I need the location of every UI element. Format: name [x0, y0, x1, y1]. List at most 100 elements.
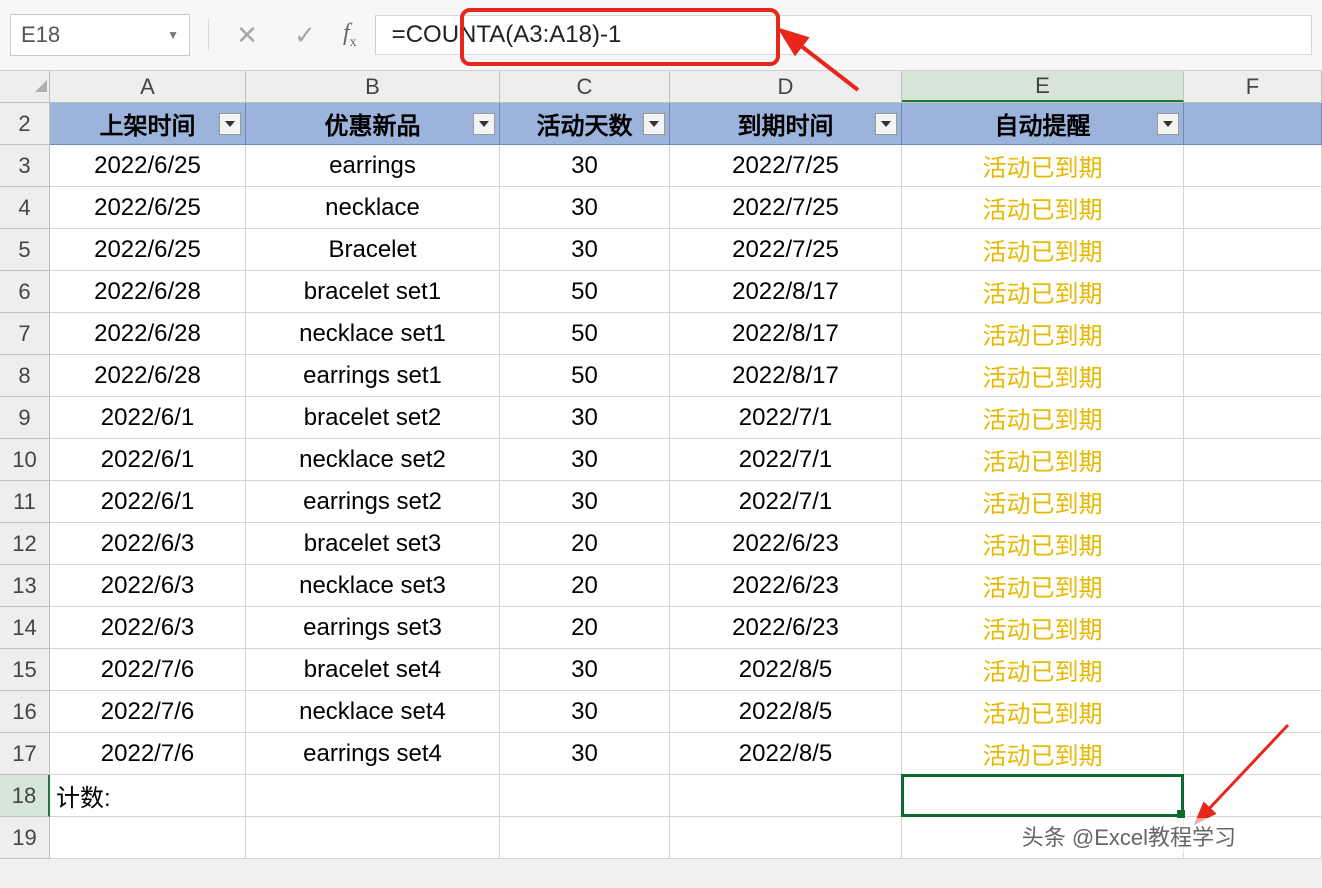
cell[interactable]: necklace set4	[246, 691, 500, 733]
cell[interactable]: bracelet set3	[246, 523, 500, 565]
name-box[interactable]: E18 ▼	[10, 14, 190, 56]
cell[interactable]	[1184, 649, 1322, 691]
cell[interactable]	[1184, 565, 1322, 607]
cell[interactable]: 30	[500, 397, 670, 439]
cell[interactable]: 活动已到期	[902, 439, 1184, 481]
cell[interactable]: 2022/6/1	[50, 481, 246, 523]
cell[interactable]: 30	[500, 439, 670, 481]
cell[interactable]: 2022/6/3	[50, 607, 246, 649]
cell[interactable]	[246, 817, 500, 859]
cell[interactable]: 30	[500, 649, 670, 691]
cell[interactable]: 2022/8/17	[670, 313, 902, 355]
row-header[interactable]: 19	[0, 817, 50, 859]
cell[interactable]: 活动已到期	[902, 565, 1184, 607]
row-header[interactable]: 2	[0, 103, 50, 145]
row-header[interactable]: 12	[0, 523, 50, 565]
cell[interactable]: necklace	[246, 187, 500, 229]
cell[interactable]	[50, 817, 246, 859]
cell[interactable]	[670, 775, 902, 817]
cell[interactable]: 2022/8/5	[670, 733, 902, 775]
cell[interactable]: 2022/6/3	[50, 523, 246, 565]
cell[interactable]	[1184, 733, 1322, 775]
cell[interactable]: bracelet set4	[246, 649, 500, 691]
cell[interactable]: necklace set2	[246, 439, 500, 481]
filter-dropdown-icon[interactable]	[219, 113, 241, 135]
cell[interactable]: bracelet set1	[246, 271, 500, 313]
cell[interactable]	[246, 775, 500, 817]
cell[interactable]: 活动已到期	[902, 733, 1184, 775]
cell[interactable]: 2022/6/25	[50, 229, 246, 271]
cell[interactable]: necklace set3	[246, 565, 500, 607]
row-header[interactable]: 16	[0, 691, 50, 733]
table-header-cell[interactable]: 活动天数	[500, 103, 670, 145]
cell[interactable]: 2022/6/1	[50, 439, 246, 481]
cell[interactable]: 活动已到期	[902, 355, 1184, 397]
cell[interactable]: 2022/6/25	[50, 187, 246, 229]
filter-dropdown-icon[interactable]	[473, 113, 495, 135]
cell[interactable]: 50	[500, 271, 670, 313]
row-header[interactable]: 13	[0, 565, 50, 607]
cell[interactable]: 2022/7/1	[670, 439, 902, 481]
cell[interactable]	[902, 775, 1184, 817]
cell[interactable]: 2022/6/1	[50, 397, 246, 439]
cell[interactable]: 活动已到期	[902, 229, 1184, 271]
table-header-cell[interactable]: 到期时间	[670, 103, 902, 145]
formula-input[interactable]: =COUNTA(A3:A18)-1	[375, 15, 1312, 55]
cell[interactable]	[1184, 355, 1322, 397]
column-header-A[interactable]: A	[50, 71, 246, 102]
cell[interactable]: 活动已到期	[902, 523, 1184, 565]
row-header[interactable]: 17	[0, 733, 50, 775]
cell[interactable]: 2022/6/23	[670, 607, 902, 649]
cell[interactable]: 30	[500, 145, 670, 187]
cell[interactable]: 活动已到期	[902, 649, 1184, 691]
cell[interactable]: bracelet set2	[246, 397, 500, 439]
cell[interactable]	[1184, 523, 1322, 565]
cell[interactable]: 2022/7/25	[670, 187, 902, 229]
row-header[interactable]: 5	[0, 229, 50, 271]
row-header[interactable]: 9	[0, 397, 50, 439]
cell[interactable]	[670, 817, 902, 859]
cell[interactable]: 2022/6/25	[50, 145, 246, 187]
cell[interactable]: 2022/8/5	[670, 649, 902, 691]
cell[interactable]	[1184, 145, 1322, 187]
cell[interactable]: 2022/6/28	[50, 313, 246, 355]
cell[interactable]: 活动已到期	[902, 607, 1184, 649]
cell[interactable]: 活动已到期	[902, 271, 1184, 313]
cell[interactable]: earrings	[246, 145, 500, 187]
filter-dropdown-icon[interactable]	[875, 113, 897, 135]
cell[interactable]	[500, 775, 670, 817]
cell[interactable]	[1184, 229, 1322, 271]
cell[interactable]: Bracelet	[246, 229, 500, 271]
row-header[interactable]: 15	[0, 649, 50, 691]
cell[interactable]	[1184, 397, 1322, 439]
cell[interactable]	[1184, 775, 1322, 817]
cell[interactable]: 50	[500, 355, 670, 397]
cell[interactable]: necklace set1	[246, 313, 500, 355]
cell[interactable]: 活动已到期	[902, 691, 1184, 733]
fx-icon[interactable]: fx	[343, 20, 357, 51]
table-header-cell[interactable]: 优惠新品	[246, 103, 500, 145]
column-header-C[interactable]: C	[500, 71, 670, 102]
cell[interactable]: 2022/7/1	[670, 397, 902, 439]
cell[interactable]: earrings set1	[246, 355, 500, 397]
cell[interactable]: 2022/8/17	[670, 355, 902, 397]
cell[interactable]	[1184, 439, 1322, 481]
spreadsheet-grid[interactable]: ABCDEF2上架时间优惠新品活动天数到期时间自动提醒32022/6/25ear…	[0, 71, 1322, 859]
cell[interactable]: 活动已到期	[902, 187, 1184, 229]
cell[interactable]: 30	[500, 481, 670, 523]
cell[interactable]: 30	[500, 691, 670, 733]
cell[interactable]: 30	[500, 187, 670, 229]
row-header[interactable]: 3	[0, 145, 50, 187]
cell[interactable]	[1184, 481, 1322, 523]
cell[interactable]: earrings set3	[246, 607, 500, 649]
cell[interactable]	[1184, 187, 1322, 229]
cell[interactable]	[500, 817, 670, 859]
table-header-cell[interactable]: 上架时间	[50, 103, 246, 145]
row-header[interactable]: 14	[0, 607, 50, 649]
cell[interactable]: 2022/8/5	[670, 691, 902, 733]
cell[interactable]: 2022/6/28	[50, 355, 246, 397]
column-header-B[interactable]: B	[246, 71, 500, 102]
cell[interactable]: 30	[500, 733, 670, 775]
cell[interactable]: 20	[500, 565, 670, 607]
cell[interactable]: 20	[500, 607, 670, 649]
